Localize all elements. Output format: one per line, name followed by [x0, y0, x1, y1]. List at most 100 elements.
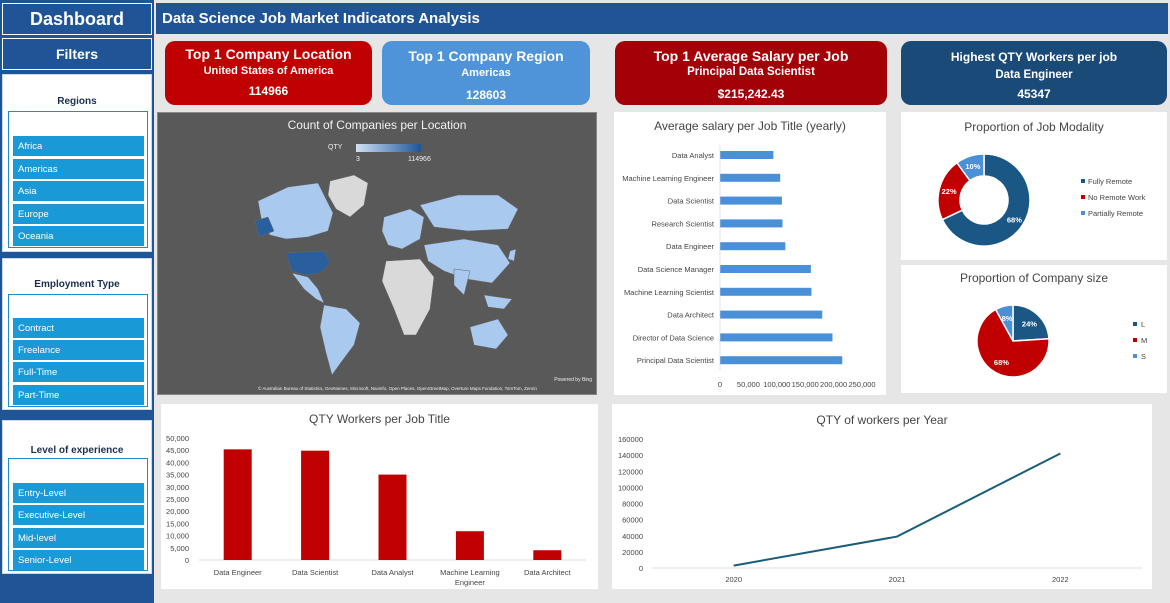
employment-header: Employment Type: [34, 279, 120, 290]
region-item-asia[interactable]: Asia: [13, 181, 144, 201]
experience-header: Level of experience: [30, 445, 124, 456]
salary-bar: [720, 333, 833, 342]
workers-year-tick-label: 160000: [618, 435, 643, 444]
salary-bar: [720, 287, 812, 296]
kpi-label: Top 1 Company Region: [408, 48, 564, 64]
regions-slicer: Regions Africa Americas Asia Europe Ocea…: [2, 74, 152, 252]
workers-job-bar: [533, 550, 562, 560]
workers-job-category-label: Machine Learning: [440, 568, 500, 577]
kpi-value: $215,242.43: [717, 87, 785, 101]
company-size-legend-swatch: [1133, 354, 1137, 358]
workers-year-tick-label: 0: [639, 564, 643, 573]
salary-chart: Data Analyst Machine Learning Engineer Dat…: [622, 145, 876, 389]
modality-chart: 68% 22% 10% Fully Remote No Remote Work Parti…: [937, 153, 1146, 247]
workers-year-line: [733, 452, 1061, 567]
employment-item-freelance[interactable]: Freelance: [13, 340, 144, 360]
map-panel[interactable]: Count of Companies per Location QTY 3 11…: [157, 112, 597, 395]
workers-job-bar: [378, 474, 407, 560]
modality-legend-swatch: [1081, 211, 1085, 215]
modality-data-label: 10%: [965, 162, 980, 171]
salary-category-label: Data Science Manager: [638, 265, 715, 274]
filters-label: Filters: [2, 38, 152, 70]
kpi-top-average-salary: Top 1 Average Salary per Job Principal D…: [615, 41, 887, 105]
region-item-africa[interactable]: Africa: [13, 136, 144, 156]
region-item-oceania[interactable]: Oceania: [13, 226, 144, 246]
workers-year-chart-panel[interactable]: QTY of workers per Year 0 20000 40000 60000…: [612, 404, 1152, 589]
company-size-legend-swatch: [1133, 338, 1137, 342]
page-title: Data Science Job Market Indicators Analy…: [162, 10, 480, 27]
map-powered-by: Powered by Bing: [554, 377, 592, 383]
workers-job-category-label: Data Analyst: [371, 568, 414, 577]
employment-item-contract[interactable]: Contract: [13, 318, 144, 338]
kpi-value-name: Principal Data Scientist: [687, 66, 815, 78]
salary-chart-panel[interactable]: Average salary per Job Title (yearly) Da…: [614, 112, 886, 395]
modality-legend-swatch: [1081, 179, 1085, 183]
workers-job-category-label: Data Engineer: [214, 568, 262, 577]
workers-job-category-label: Engineer: [455, 578, 486, 587]
workers-year-tick-label: 80000: [622, 500, 643, 509]
workers-job-tick-label: 20,000: [166, 507, 189, 516]
employment-item-part-time[interactable]: Part-Time: [13, 385, 144, 405]
workers-year-tick-label: 20000: [622, 548, 643, 557]
experience-item-mid[interactable]: Mid-level: [13, 528, 144, 548]
salary-category-label: Data Scientist: [668, 197, 715, 206]
region-item-americas[interactable]: Americas: [13, 159, 144, 179]
kpi-value: 114966: [248, 84, 289, 98]
company-size-chart-panel[interactable]: Proportion of Company size 24% 68% 8% L M S: [901, 265, 1167, 393]
salary-category-label: Data Analyst: [672, 151, 715, 160]
salary-bar: [720, 173, 781, 182]
workers-year-tick-label: 40000: [622, 532, 643, 541]
modality-data-label: 22%: [942, 187, 957, 196]
kpi-value-name: Data Engineer: [995, 69, 1073, 81]
workers-job-category-label: Data Scientist: [292, 568, 339, 577]
company-size-chart: 24% 68% 8% LMS: [976, 304, 1147, 378]
salary-tick-label: 100,000: [763, 380, 790, 389]
kpi-label: Highest QTY Workers per job: [950, 50, 1118, 64]
company-size-legend-label: L: [1141, 320, 1145, 329]
experience-slicer: Level of experience Entry-Level Executiv…: [2, 420, 152, 574]
modality-data-label: 68%: [1007, 215, 1022, 224]
regions-header: Regions: [57, 96, 97, 107]
workers-job-tick-label: 0: [185, 556, 189, 565]
company-size-legend-label: S: [1141, 352, 1146, 361]
salary-bar: [720, 196, 782, 205]
salary-bar: [720, 151, 774, 159]
company-size-data-label: 68%: [994, 358, 1009, 367]
kpi-value: 45347: [1017, 87, 1051, 101]
salary-category-label: Machine Learning Scientist: [624, 288, 715, 297]
salary-bar: [720, 219, 783, 228]
workers-job-tick-label: 45,000: [166, 446, 189, 455]
salary-tick-label: 250,000: [848, 380, 875, 389]
company-size-legend-swatch: [1133, 322, 1137, 326]
map-attribution: © Australian Bureau of Statistics, GeoNa…: [258, 386, 537, 391]
world-map: [254, 174, 519, 376]
modality-chart-panel[interactable]: Proportion of Job Modality 68% 22% 10% Full…: [901, 112, 1167, 260]
experience-item-senior[interactable]: Senior-Level: [13, 550, 144, 570]
salary-tick-label: 150,000: [792, 380, 819, 389]
company-size-legend-label: M: [1141, 336, 1147, 345]
company-size-data-label: 24%: [1022, 320, 1037, 329]
workers-year-tick-label: 120000: [618, 467, 643, 476]
salary-category-label: Data Architect: [667, 311, 715, 320]
workers-job-bar: [223, 449, 252, 560]
experience-item-executive[interactable]: Executive-Level: [13, 505, 144, 525]
workers-job-tick-label: 25,000: [166, 495, 189, 504]
salary-bar: [720, 356, 843, 365]
dashboard-root: Dashboard Filters Regions Africa America…: [0, 0, 1170, 603]
workers-job-tick-label: 10,000: [166, 532, 189, 541]
workers-job-tick-label: 40,000: [166, 458, 189, 467]
workers-job-chart-panel[interactable]: QTY Workers per Job Title 0 5,000 10,000 15…: [161, 404, 598, 589]
kpi-top-company-region: Top 1 Company Region Americas 128603: [382, 41, 590, 105]
modality-legend-label: No Remote Work: [1088, 193, 1146, 202]
employment-list: Contract Freelance Full-Time Part-Time: [8, 294, 148, 407]
modality-legend-label: Partially Remote: [1088, 209, 1143, 218]
sidebar: Dashboard Filters Regions Africa America…: [0, 0, 154, 603]
workers-year-x-label: 2022: [1052, 575, 1069, 584]
salary-bar: [720, 265, 811, 273]
workers-job-tick-label: 30,000: [166, 483, 189, 492]
region-item-europe[interactable]: Europe: [13, 204, 144, 224]
employment-slicer: Employment Type Contract Freelance Full-…: [2, 258, 152, 410]
experience-item-entry[interactable]: Entry-Level: [13, 483, 144, 503]
workers-year-chart: 0 20000 40000 60000 80000 100000 120000 140000 1…: [618, 435, 1142, 584]
employment-item-full-time[interactable]: Full-Time: [13, 362, 144, 382]
